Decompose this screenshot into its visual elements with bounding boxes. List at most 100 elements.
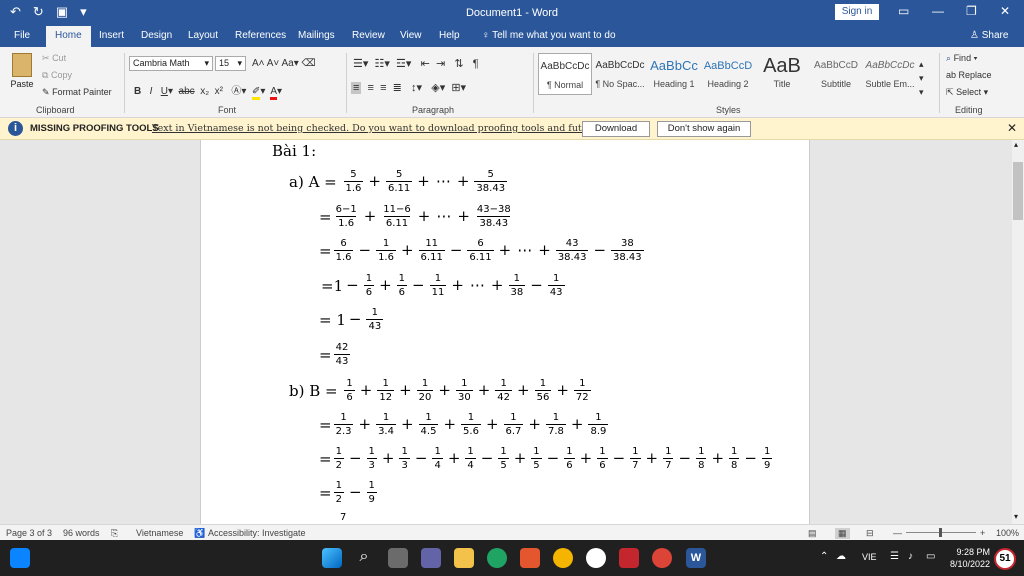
start-icon[interactable]	[322, 548, 342, 568]
replace-button[interactable]: ab Replace	[946, 70, 992, 80]
bullets-icon[interactable]: ☰▾	[353, 58, 368, 70]
zoom-out-icon[interactable]: —	[893, 528, 902, 538]
bold-icon[interactable]: B	[134, 86, 141, 97]
superscript-icon[interactable]: x²	[215, 86, 223, 97]
tab-layout[interactable]: Layout	[188, 30, 218, 41]
copy-button[interactable]: ⧉ Copy	[42, 70, 72, 81]
cut-button[interactable]: ✂ Cut	[42, 53, 66, 64]
chevron-up-icon[interactable]: ⌃	[820, 551, 828, 562]
highlight-icon[interactable]: ✐	[251, 86, 261, 100]
edge-icon[interactable]	[487, 548, 507, 568]
close-icon[interactable]: ✕	[1000, 4, 1010, 18]
battery-icon[interactable]: ▭	[926, 551, 935, 562]
select-button[interactable]: ⇱ Select ▾	[946, 87, 988, 98]
tab-home[interactable]: Home	[46, 26, 91, 47]
focus-mode-icon[interactable]: ▤	[808, 528, 817, 539]
clock[interactable]: 9:28 PM 8/10/2022	[950, 546, 990, 570]
scrollbar-thumb[interactable]	[1013, 162, 1023, 220]
paint-icon[interactable]	[553, 548, 573, 568]
zoom-slider-thumb[interactable]	[939, 528, 942, 537]
chat-icon[interactable]	[421, 548, 441, 568]
word-icon[interactable]: W	[686, 548, 706, 568]
github-icon[interactable]	[586, 548, 606, 568]
network-status-icon[interactable]: ☁	[836, 551, 846, 562]
widgets-icon[interactable]	[10, 548, 30, 568]
style-title[interactable]: AaB Title	[755, 53, 809, 95]
find-button[interactable]: ⌕ Find ▾	[946, 53, 977, 64]
font-size-box[interactable]: 15 ▾	[215, 56, 246, 71]
paste-button[interactable]: Paste	[8, 53, 36, 97]
align-right-icon[interactable]: ≡	[380, 82, 386, 94]
clear-formatting-icon[interactable]: ⌫	[302, 58, 316, 69]
language-status[interactable]: Vietnamese	[136, 528, 183, 538]
style-subtle-emphasis[interactable]: AaBbCcDc Subtle Em...	[863, 53, 917, 95]
task-view-icon[interactable]	[388, 548, 408, 568]
store-icon[interactable]	[520, 548, 540, 568]
scroll-up-icon[interactable]: ▴	[1014, 140, 1018, 149]
close-icon[interactable]: ✕	[1007, 121, 1017, 135]
sign-in-button[interactable]: Sign in	[835, 4, 879, 20]
strikethrough-icon[interactable]: abc	[179, 86, 195, 97]
wifi-icon[interactable]: ☰	[890, 551, 899, 562]
ribbon-display-options-icon[interactable]: ▭	[898, 4, 909, 18]
increase-indent-icon[interactable]: ⇥	[436, 58, 445, 70]
minimize-icon[interactable]: —	[932, 4, 944, 18]
shrink-font-icon[interactable]: A˅	[267, 58, 280, 69]
volume-icon[interactable]: ♪	[908, 551, 913, 562]
subscript-icon[interactable]: x₂	[200, 86, 209, 97]
search-icon[interactable]: ⌕	[354, 548, 374, 568]
tab-insert[interactable]: Insert	[99, 30, 124, 41]
pilcrow-icon[interactable]: ¶	[473, 58, 479, 70]
zoom-level[interactable]: 100%	[996, 528, 1019, 538]
proofing-icon[interactable]: ⎘	[111, 528, 118, 539]
maximize-icon[interactable]: ❐	[966, 4, 977, 18]
style-no-spacing[interactable]: AaBbCcDc ¶ No Spac...	[593, 53, 647, 95]
tab-help[interactable]: Help	[439, 30, 460, 41]
justify-icon[interactable]: ≣	[393, 82, 402, 94]
align-center-icon[interactable]: ≡	[368, 82, 374, 94]
tab-design[interactable]: Design	[141, 30, 172, 41]
styles-scroll[interactable]: ▴ ▾ ▾	[919, 57, 924, 99]
message-link[interactable]: Text in Vietnamese is not being checked.…	[152, 123, 644, 134]
font-color-icon[interactable]: A	[270, 86, 278, 100]
mcafee-icon[interactable]	[619, 548, 639, 568]
download-button[interactable]: Download	[582, 121, 650, 137]
font-name-box[interactable]: Cambria Math ▾	[129, 56, 213, 71]
print-layout-icon[interactable]: ▦	[835, 528, 850, 539]
web-layout-icon[interactable]: ⊟	[866, 528, 874, 539]
decrease-indent-icon[interactable]: ⇤	[421, 58, 430, 70]
tell-me-box[interactable]: ♀ Tell me what you want to do	[482, 30, 616, 41]
document-page[interactable]: Bài 1: a) A = 5 1.6 +5 6.11 + ⋯ +5 38.43 = 6−1 1…	[200, 140, 810, 524]
language-indicator[interactable]: VIE	[862, 552, 877, 562]
vertical-scrollbar[interactable]: ▴ ▾	[1012, 140, 1024, 524]
style-normal[interactable]: AaBbCcDc ¶ Normal	[538, 53, 592, 95]
italic-icon[interactable]: I	[150, 86, 153, 97]
tab-mailings[interactable]: Mailings	[298, 30, 335, 41]
sort-icon[interactable]: ⇅	[454, 58, 463, 70]
scroll-down-icon[interactable]: ▾	[1014, 512, 1018, 521]
style-subtitle[interactable]: AaBbCcD Subtitle	[809, 53, 863, 95]
tab-review[interactable]: Review	[352, 30, 385, 41]
file-explorer-icon[interactable]	[454, 548, 474, 568]
format-painter-button[interactable]: ✎ Format Painter	[42, 87, 112, 98]
grow-font-icon[interactable]: A˄	[252, 58, 265, 69]
style-heading-2[interactable]: AaBbCcD Heading 2	[701, 53, 755, 95]
multilevel-list-icon[interactable]: ☲▾	[396, 58, 411, 70]
numbering-icon[interactable]: ☷▾	[375, 58, 390, 70]
tab-references[interactable]: References	[235, 30, 286, 41]
page-count[interactable]: Page 3 of 3	[6, 528, 52, 538]
underline-icon[interactable]: U	[161, 86, 168, 97]
chrome-icon[interactable]	[652, 548, 672, 568]
tab-view[interactable]: View	[400, 30, 422, 41]
text-effects-icon[interactable]: Ⓐ▾	[231, 86, 246, 97]
accessibility-status[interactable]: Accessibility: Investigate	[208, 528, 306, 538]
line-spacing-icon[interactable]: ↕▾	[411, 82, 422, 94]
dont-show-again-button[interactable]: Don't show again	[657, 121, 751, 137]
change-case-icon[interactable]: Aa▾	[282, 58, 299, 69]
notification-badge[interactable]: 51	[994, 548, 1016, 570]
style-heading-1[interactable]: AaBbCc Heading 1	[647, 53, 701, 95]
share-button[interactable]: ♙ Share	[970, 30, 1008, 41]
align-left-icon[interactable]: ≡	[351, 82, 362, 94]
tab-file[interactable]: File	[14, 30, 30, 41]
shading-icon[interactable]: ◈▾	[431, 82, 445, 94]
